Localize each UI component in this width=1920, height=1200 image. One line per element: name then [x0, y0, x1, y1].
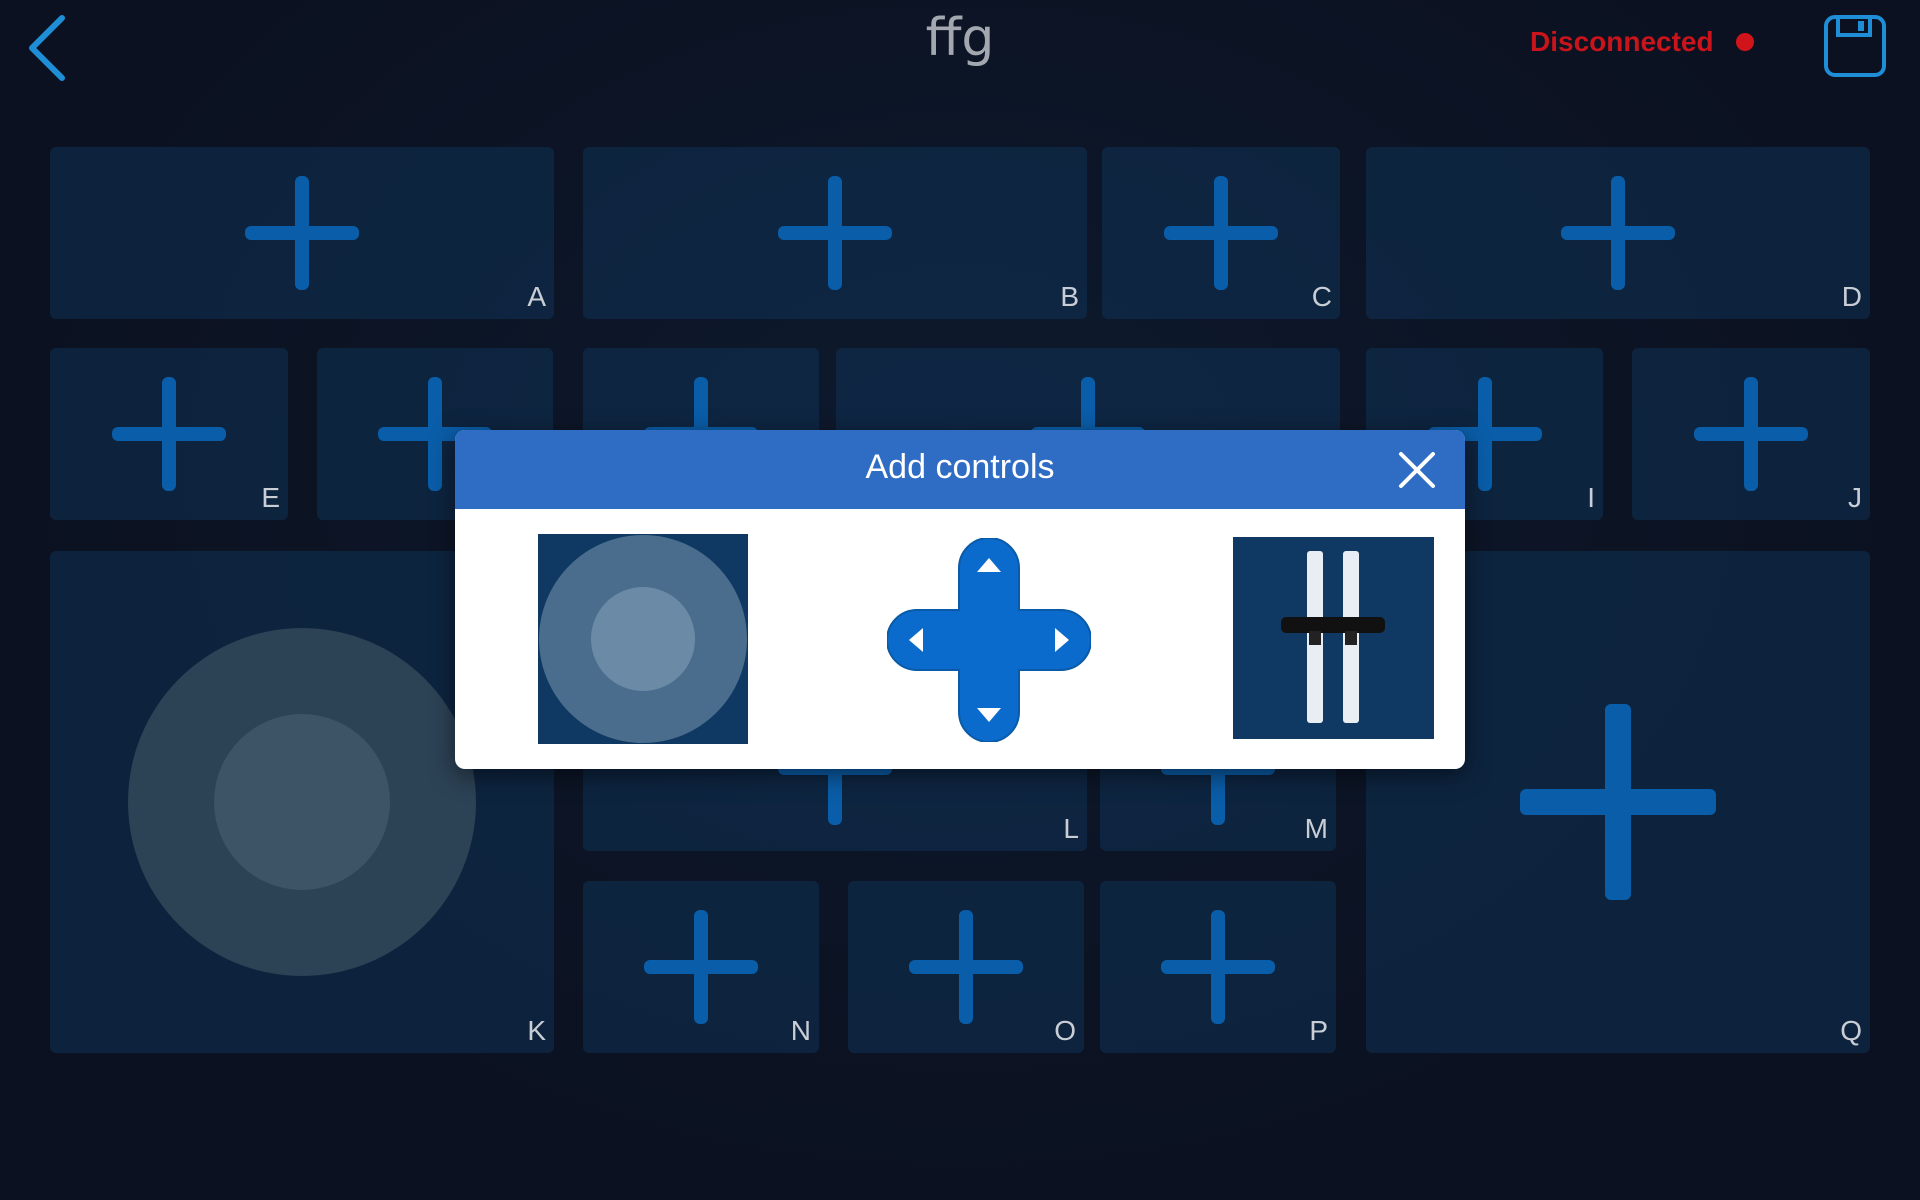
add-icon [1520, 704, 1716, 900]
save-button[interactable] [1822, 13, 1888, 79]
dialog-header: Add controls [455, 430, 1465, 509]
slot-label: Q [1840, 1015, 1862, 1046]
add-controls-dialog: Add controls [455, 430, 1465, 769]
add-icon [1161, 910, 1275, 1024]
connection-status: Disconnected [1530, 26, 1754, 58]
control-slot-e[interactable]: E [50, 348, 288, 520]
slot-label: B [1060, 281, 1079, 312]
slot-label: M [1304, 813, 1328, 844]
slot-label: E [261, 482, 280, 513]
control-slot-p[interactable]: P [1100, 881, 1336, 1053]
add-icon [245, 176, 359, 290]
add-slider-option[interactable] [1233, 537, 1434, 739]
slot-label: A [527, 281, 546, 312]
close-button[interactable] [1397, 450, 1437, 490]
slot-label: K [527, 1015, 546, 1046]
slot-label: D [1841, 281, 1862, 312]
slot-label: O [1054, 1015, 1076, 1046]
close-icon [1399, 452, 1435, 488]
status-label: Disconnected [1530, 26, 1714, 57]
status-indicator-dot [1735, 33, 1754, 51]
slot-label: C [1311, 281, 1332, 312]
add-icon [909, 910, 1023, 1024]
dpad-icon [886, 537, 1092, 743]
save-icon [1824, 15, 1886, 77]
add-icon [1694, 377, 1808, 491]
control-slot-b[interactable]: B [583, 147, 1087, 319]
control-slot-o[interactable]: O [848, 881, 1084, 1053]
control-slot-j[interactable]: J [1632, 348, 1870, 520]
control-slot-c[interactable]: C [1102, 147, 1340, 319]
slot-label: N [790, 1015, 811, 1046]
slider-icon [1281, 551, 1385, 723]
control-slot-d[interactable]: D [1366, 147, 1870, 319]
control-slot-a[interactable]: A [50, 147, 554, 319]
app-root: ffg Disconnected A B C D E F G [0, 0, 1920, 1200]
add-dpad-option[interactable] [886, 537, 1092, 743]
joystick-base[interactable] [128, 628, 476, 976]
add-icon [1164, 176, 1278, 290]
control-slot-n[interactable]: N [583, 881, 819, 1053]
slot-label: J [1848, 482, 1862, 513]
slot-label: P [1309, 1015, 1328, 1046]
slot-label: I [1587, 482, 1595, 513]
slot-label: L [1063, 813, 1079, 844]
add-joystick-option[interactable] [538, 534, 748, 744]
dialog-title: Add controls [865, 448, 1055, 486]
joystick-icon [539, 535, 747, 743]
joystick-knob[interactable] [214, 714, 390, 890]
add-icon [112, 377, 226, 491]
add-icon [778, 176, 892, 290]
add-icon [1561, 176, 1675, 290]
add-icon [644, 910, 758, 1024]
